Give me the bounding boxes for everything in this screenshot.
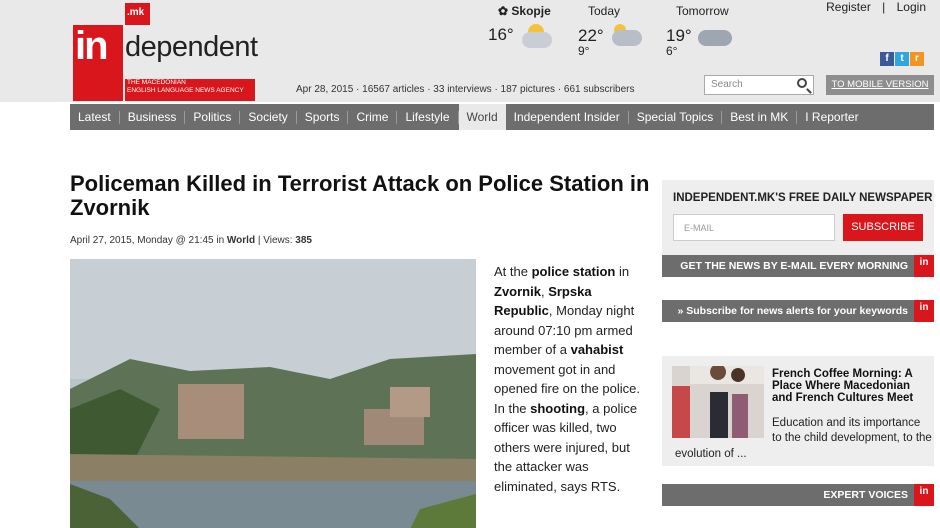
in-badge-icon: in (914, 484, 934, 506)
login-link[interactable]: Login (893, 0, 930, 14)
news-title-link[interactable]: French Coffee Morning: A Place Where Mac… (772, 368, 932, 404)
news-thumbnail[interactable] (672, 366, 764, 438)
article-meta: April 27, 2015, Monday @ 21:45 in World … (70, 235, 312, 246)
keyword-link[interactable]: shooting (530, 401, 585, 416)
keyword-link[interactable]: police station (532, 264, 616, 279)
logo-mk-tag: .mk (125, 3, 150, 25)
article-category[interactable]: World (227, 235, 255, 246)
weather-tomorrow: Tomorrow 19° 6° (666, 4, 732, 58)
article-title: Policeman Killed in Terrorist Attack on … (70, 171, 650, 220)
logo-tagline: THE MACEDONIAN ENGLISH LANGUAGE NEWS AGE… (125, 79, 255, 101)
article-date: April 27, 2015, Monday @ 21:45 in (70, 235, 227, 246)
keyword-alerts-label: » Subscribe for news alerts for your key… (677, 305, 909, 317)
nav-society[interactable]: Society (240, 110, 297, 124)
site-stats: Apr 28, 2015 · 16567 articles · 33 inter… (296, 84, 635, 95)
nav-business[interactable]: Business (120, 110, 186, 124)
get-news-bar[interactable]: GET THE NEWS BY E-MAIL EVERY MORNING in (662, 255, 934, 277)
nav-politics[interactable]: Politics (185, 110, 241, 124)
nav-world[interactable]: World (458, 104, 506, 130)
news-excerpt-cont: evolution of ... (675, 448, 747, 460)
social-icons: ftr (879, 48, 924, 66)
news-thumbnail-image (672, 366, 764, 438)
weather-city: Skopje (511, 4, 551, 18)
logo-text: dependent (125, 31, 258, 63)
article-photo (70, 259, 476, 528)
logo-in: in (75, 24, 109, 68)
nav-best-in-mk[interactable]: Best in MK (722, 110, 798, 124)
expert-voices-bar[interactable]: EXPERT VOICES in (662, 484, 934, 506)
nav-latest[interactable]: Latest (70, 110, 120, 124)
nav-special-topics[interactable]: Special Topics (629, 110, 723, 124)
account-links: Register | Login (822, 0, 930, 14)
main-nav: Latest Business Politics Society Sports … (70, 104, 934, 130)
in-badge-icon: in (914, 255, 934, 277)
keyword-alerts-bar[interactable]: » Subscribe for news alerts for your key… (662, 300, 934, 322)
nav-lifestyle[interactable]: Lifestyle (397, 110, 459, 124)
nav-independent-insider[interactable]: Independent Insider (506, 110, 629, 124)
nav-crime[interactable]: Crime (348, 110, 398, 124)
email-field[interactable]: E-MAIL (673, 214, 835, 241)
site-header: .mk in dependent THE MACEDONIAN ENGLISH … (0, 0, 940, 102)
nav-i-reporter[interactable]: I Reporter (797, 110, 866, 124)
featured-news-item[interactable]: French Coffee Morning: A Place Where Mac… (662, 356, 934, 466)
rss-icon[interactable]: r (910, 52, 924, 66)
nav-sports[interactable]: Sports (297, 110, 349, 124)
separator: | (882, 0, 886, 14)
weather-tomorrow-low: 6° (666, 44, 678, 58)
views-label: | Views: (255, 235, 296, 246)
gear-icon: ✿ (498, 4, 509, 18)
news-excerpt: Education and its importance to the chil… (772, 417, 932, 444)
search-input[interactable]: Search (704, 75, 814, 95)
search-placeholder: Search (711, 79, 743, 90)
weather-tomorrow-label: Tomorrow (676, 4, 729, 18)
in-badge-icon: in (914, 300, 934, 322)
keyword-link[interactable]: vahabist (571, 342, 624, 357)
weather-today-label: Today (588, 4, 621, 18)
get-news-label: GET THE NEWS BY E-MAIL EVERY MORNING (680, 260, 908, 272)
article-views: 385 (295, 235, 312, 246)
article-body: At the police station in Zvornik, Srpska… (494, 264, 640, 494)
facebook-icon[interactable]: f (880, 52, 894, 66)
twitter-icon[interactable]: t (895, 52, 909, 66)
expert-voices-label: EXPERT VOICES (823, 489, 908, 501)
weather-skopje: ✿ Skopje 16° (488, 4, 552, 48)
search-icon[interactable] (797, 78, 807, 88)
keyword-link[interactable]: Zvornik (494, 284, 541, 299)
subscribe-button[interactable]: SUBSCRIBE (843, 214, 923, 241)
weather-today: Today 22° 9° (578, 4, 642, 58)
register-link[interactable]: Register (822, 0, 875, 14)
newsletter-heading: INDEPENDENT.MK'S FREE DAILY NEWSPAPER (673, 192, 933, 204)
mobile-version-button[interactable]: TO MOBILE VERSION (826, 75, 934, 95)
weather-today-low: 9° (578, 44, 590, 58)
site-logo[interactable]: .mk in dependent THE MACEDONIAN ENGLISH … (73, 3, 273, 101)
article-photo-image (70, 259, 476, 528)
